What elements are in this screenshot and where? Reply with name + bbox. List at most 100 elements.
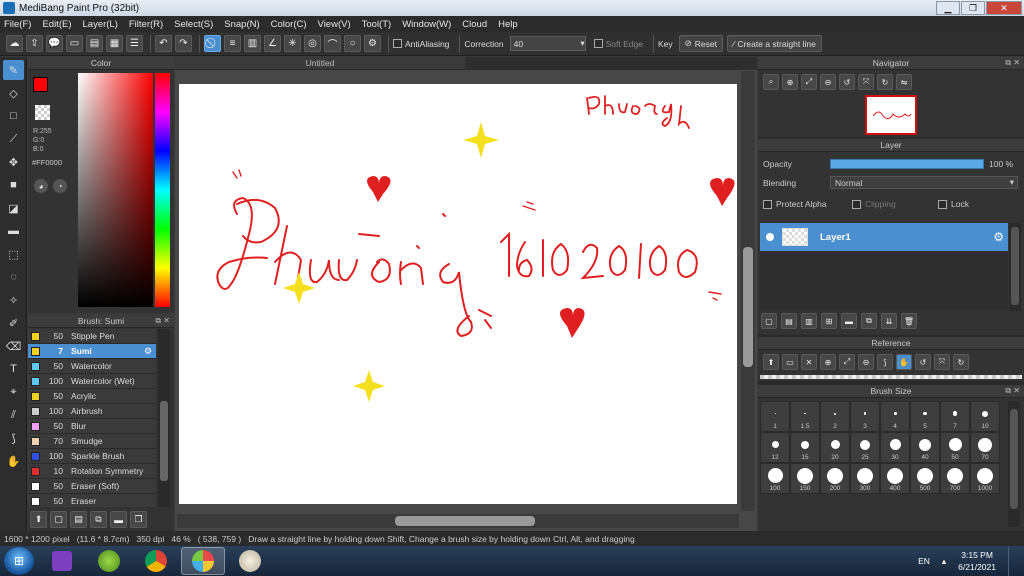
layer-row[interactable]: Layer1 ⚙	[760, 223, 1008, 251]
saturation-value-picker[interactable]	[78, 73, 153, 307]
grid-snap-icon[interactable]: ▥	[244, 35, 261, 52]
menu-file[interactable]: File(F)	[4, 19, 31, 30]
reset-view-icon[interactable]: ⤧	[934, 354, 950, 370]
menu-layer[interactable]: Layer(L)	[83, 19, 118, 30]
brush-size-cell[interactable]: 2	[820, 401, 850, 432]
brush-size-cell[interactable]: 200	[820, 463, 850, 494]
brush-size-cell[interactable]: 100	[760, 463, 790, 494]
select-tool-icon[interactable]: ⬚	[3, 244, 24, 264]
taskbar-chrome[interactable]	[134, 547, 178, 575]
new-halftone-layer-icon[interactable]: ▤	[781, 313, 797, 329]
brush-item[interactable]: 50 Blur	[28, 419, 156, 434]
redo-icon[interactable]: ↷	[175, 35, 192, 52]
brush-size-cell[interactable]: 12	[760, 432, 790, 463]
page-icon[interactable]: ▭	[66, 35, 83, 52]
brush-size-cell[interactable]: 10	[970, 401, 1000, 432]
add-layer-menu-icon[interactable]: ⊞	[821, 313, 837, 329]
menu-snap[interactable]: Snap(N)	[224, 19, 259, 30]
close-icon[interactable]: ✕	[801, 354, 817, 370]
flip-icon[interactable]: ⇋	[896, 74, 912, 90]
brush-size-cell[interactable]: 1.5	[790, 401, 820, 432]
blending-select[interactable]: Normal ▾	[830, 176, 1018, 189]
color-mix-icon[interactable]: ◔	[53, 179, 67, 193]
taskbar-visual-studio[interactable]	[40, 547, 84, 575]
select-pen-icon[interactable]: ✐	[3, 313, 24, 333]
zoom-in-icon[interactable]: ⊕	[820, 354, 836, 370]
brush-size-cell[interactable]: 1	[760, 401, 790, 432]
folder-icon[interactable]: ▬	[110, 511, 127, 528]
protect-alpha-checkbox[interactable]	[763, 199, 772, 209]
divide-tool-icon[interactable]: ⫽	[3, 405, 24, 425]
angle-snap-icon[interactable]: ∠	[264, 35, 281, 52]
reset-button[interactable]: ⊘ Reset	[678, 35, 723, 52]
brush-size-cell[interactable]: 150	[790, 463, 820, 494]
menu-help[interactable]: Help	[498, 19, 518, 30]
taskbar-paint[interactable]	[228, 547, 272, 575]
reset-view-icon[interactable]: ⤧	[858, 74, 874, 90]
parallel-snap-icon[interactable]: ≡	[224, 35, 241, 52]
gear-icon[interactable]: ⚙	[144, 346, 156, 357]
undo-icon[interactable]: ↶	[155, 35, 172, 52]
hue-slider[interactable]	[155, 73, 170, 307]
zoom-in-icon[interactable]: ⊕	[782, 74, 798, 90]
clipping-checkbox[interactable]	[852, 199, 861, 209]
menu-window[interactable]: Window(W)	[402, 19, 451, 30]
move-tool-icon[interactable]: ✥	[3, 152, 24, 172]
brush-size-cell[interactable]: 700	[940, 463, 970, 494]
eraser-tool-icon[interactable]: ◇	[3, 83, 24, 103]
brush-size-cell[interactable]: 500	[910, 463, 940, 494]
folder-icon[interactable]: ▬	[841, 313, 857, 329]
new-1bit-layer-icon[interactable]: ▥	[801, 313, 817, 329]
brush-size-cell[interactable]: 1000	[970, 463, 1000, 494]
navigator-thumbnail[interactable]	[865, 95, 917, 135]
panel-controls-icon[interactable]: ⧉ ✕	[1005, 58, 1020, 68]
bucket-tool-icon[interactable]: ◪	[3, 198, 24, 218]
concentric-snap-icon[interactable]: ◎	[304, 35, 321, 52]
palette-icon[interactable]: ◕	[34, 179, 48, 193]
hand-tool-icon[interactable]: ✋	[3, 451, 24, 471]
panel-controls-icon[interactable]: ⧉ ✕	[1005, 386, 1020, 396]
lasso-tool-icon[interactable]: ◌	[3, 267, 24, 287]
brush-size-cell[interactable]: 400	[880, 463, 910, 494]
brush-item[interactable]: 50 Eraser (Soft)	[28, 479, 156, 494]
brush-size-scrollbar[interactable]	[1008, 401, 1020, 527]
drawing-canvas[interactable]	[179, 84, 737, 504]
menu-filter[interactable]: Filter(R)	[129, 19, 163, 30]
brush-tool-icon[interactable]: ✎	[3, 60, 24, 80]
brush-item[interactable]: 50 Eraser	[28, 494, 156, 507]
gradient-tool-icon[interactable]: ▬	[3, 221, 24, 241]
brush-item[interactable]: 50 Watercolor	[28, 359, 156, 374]
straight-line-button[interactable]: ∕ Create a straight line	[726, 35, 822, 52]
brush-size-cell[interactable]: 5	[910, 401, 940, 432]
rectangle-tool-icon[interactable]: □	[3, 106, 24, 126]
language-indicator[interactable]: EN	[918, 556, 930, 566]
new-brush-icon[interactable]: ▢	[50, 511, 67, 528]
eyedropper-icon[interactable]: ⟆	[3, 428, 24, 448]
fit-icon[interactable]: ⤢	[839, 354, 855, 370]
soft-edge-checkbox[interactable]	[593, 39, 603, 48]
brush-list-scrollbar[interactable]	[158, 329, 170, 507]
snap-settings-icon[interactable]: ⚙	[364, 35, 381, 52]
comment-icon[interactable]: 💬	[46, 35, 63, 52]
brush-size-cell[interactable]: 30	[880, 432, 910, 463]
brush-item[interactable]: 50 Stipple Pen	[28, 329, 156, 344]
text-tool-icon[interactable]: T	[3, 359, 24, 379]
merge-layer-icon[interactable]: ⇊	[881, 313, 897, 329]
curve-snap-icon[interactable]: ⌒	[324, 35, 341, 52]
brush-item[interactable]: 7 Sumi ⚙	[28, 344, 156, 359]
brush-item[interactable]: 70 Smudge	[28, 434, 156, 449]
grid-pages-icon[interactable]: ▦	[106, 35, 123, 52]
open-folder-icon[interactable]: ▭	[782, 354, 798, 370]
cloud-icon[interactable]: ☁	[6, 35, 23, 52]
start-button[interactable]: ⊞	[4, 547, 34, 575]
rotate-left-icon[interactable]: ↺	[915, 354, 931, 370]
menu-cloud[interactable]: Cloud	[462, 19, 487, 30]
list-icon[interactable]: ☰	[126, 35, 143, 52]
new-layer-icon[interactable]: ▢	[761, 313, 777, 329]
line-tool-icon[interactable]: ⟋	[3, 129, 24, 149]
copy-brush-icon[interactable]: ❐	[130, 511, 147, 528]
zoom-out-icon[interactable]: ⊖	[858, 354, 874, 370]
radial-snap-icon[interactable]: ✳	[284, 35, 301, 52]
taskbar-app-green[interactable]	[87, 547, 131, 575]
menu-color[interactable]: Color(C)	[271, 19, 307, 30]
